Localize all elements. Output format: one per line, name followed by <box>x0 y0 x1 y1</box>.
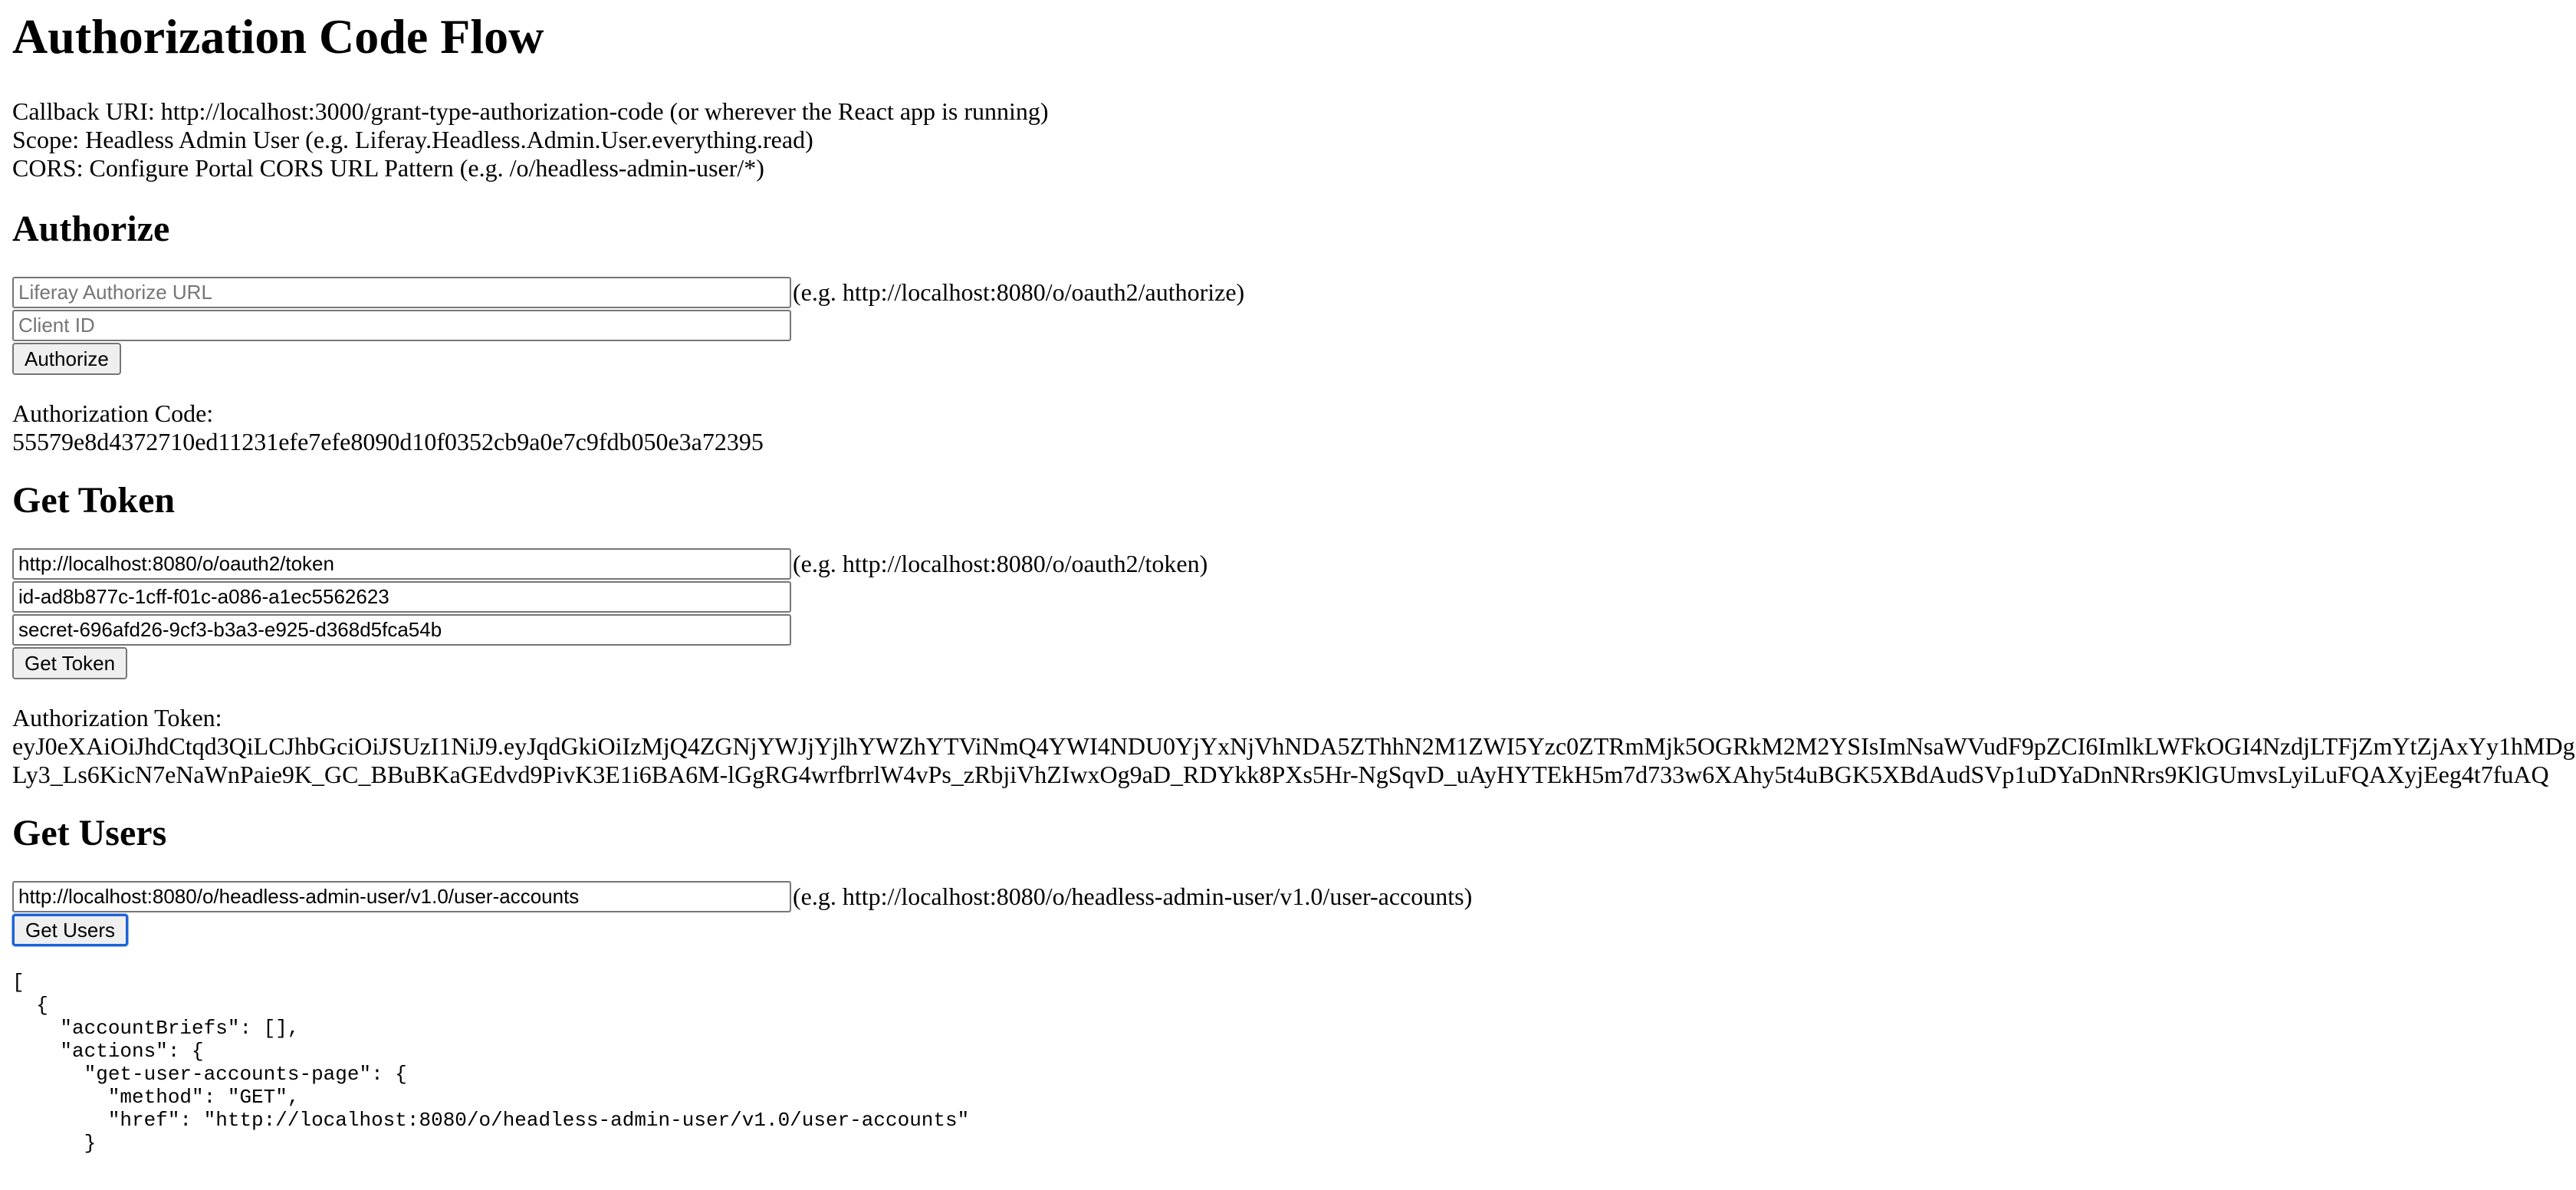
get-users-form: (e.g. http://localhost:8080/o/headless-a… <box>12 880 2564 946</box>
get-token-button-row: Get Token <box>12 646 2564 679</box>
token-client-id-row <box>12 580 2564 613</box>
authorization-token-result: Authorization Token: eyJ0eXAiOiJhdCtqd3Q… <box>12 704 2575 789</box>
authorize-section: Authorize (e.g. http://localhost:8080/o/… <box>12 208 2564 456</box>
get-users-button[interactable]: Get Users <box>12 914 129 946</box>
get-token-button[interactable]: Get Token <box>12 647 128 679</box>
authorization-token-line-2: Ly3_Ls6KicN7eNaWnPaie9K_GC_BBuBKaGEdvd9P… <box>12 761 2549 788</box>
page: Authorization Code Flow Callback URI: ht… <box>0 0 2576 1190</box>
get-token-heading: Get Token <box>12 480 176 521</box>
token-client-secret-input[interactable] <box>12 614 791 646</box>
authorization-code-label: Authorization Code: <box>12 399 214 427</box>
token-url-input[interactable] <box>12 548 791 580</box>
authorize-heading: Authorize <box>12 209 170 249</box>
scope-note: Scope: Headless Admin User (e.g. Liferay… <box>12 126 813 153</box>
token-url-row: (e.g. http://localhost:8080/o/oauth2/tok… <box>12 547 2564 580</box>
authorization-code-result: Authorization Code: 55579e8d4372710ed112… <box>12 399 2564 456</box>
authorization-token-label: Authorization Token: <box>12 704 222 731</box>
users-url-hint: (e.g. http://localhost:8080/o/headless-a… <box>793 883 1473 910</box>
token-client-id-input[interactable] <box>12 581 791 613</box>
users-url-input[interactable] <box>12 881 791 912</box>
get-token-section: Get Token (e.g. http://localhost:8080/o/… <box>12 479 2575 789</box>
intro-notes: Callback URI: http://localhost:3000/gran… <box>12 97 2564 182</box>
users-url-row: (e.g. http://localhost:8080/o/headless-a… <box>12 880 2564 913</box>
callback-uri-note: Callback URI: http://localhost:3000/gran… <box>12 97 1049 125</box>
authorize-url-row: (e.g. http://localhost:8080/o/oauth2/aut… <box>12 276 2564 309</box>
authorization-code-value: 55579e8d4372710ed11231efe7efe8090d10f035… <box>12 428 764 455</box>
page-title: Authorization Code Flow <box>12 9 544 64</box>
authorize-url-hint: (e.g. http://localhost:8080/o/oauth2/aut… <box>793 278 1245 306</box>
authorization-token-line-1: eyJ0eXAiOiJhdCtqd3QiLCJhbGciOiJSUzI1NiJ9… <box>12 732 2575 760</box>
authorize-url-input[interactable] <box>12 277 791 308</box>
token-client-secret-row <box>12 613 2564 646</box>
cors-note: CORS: Configure Portal CORS URL Pattern … <box>12 154 764 182</box>
users-response-json: [ { "accountBriefs": [], "actions": { "g… <box>12 971 970 1155</box>
authorize-button[interactable]: Authorize <box>12 343 121 375</box>
token-url-hint: (e.g. http://localhost:8080/o/oauth2/tok… <box>793 550 1208 577</box>
get-token-form: (e.g. http://localhost:8080/o/oauth2/tok… <box>12 547 2564 679</box>
client-id-input[interactable] <box>12 310 791 341</box>
get-users-button-row: Get Users <box>12 913 2564 946</box>
get-users-heading: Get Users <box>12 813 167 853</box>
authorize-form: (e.g. http://localhost:8080/o/oauth2/aut… <box>12 276 2564 375</box>
authorize-button-row: Authorize <box>12 342 2564 375</box>
get-users-section: Get Users (e.g. http://localhost:8080/o/… <box>12 812 2564 1155</box>
client-id-row <box>12 309 2564 342</box>
